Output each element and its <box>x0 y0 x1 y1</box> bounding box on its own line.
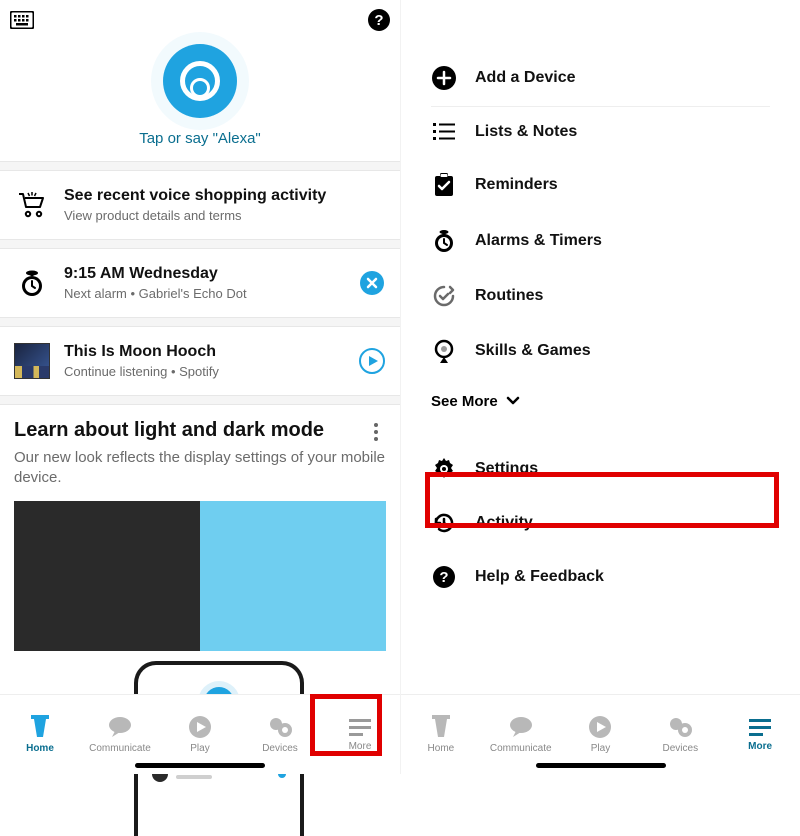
help-icon[interactable]: ? <box>368 9 390 31</box>
list-icon <box>431 123 457 141</box>
home-indicator <box>135 763 265 768</box>
next-alarm-card[interactable]: 9:15 AM Wednesday Next alarm • Gabriel's… <box>0 249 400 317</box>
skills-icon <box>431 339 457 363</box>
play-button[interactable] <box>358 348 386 374</box>
help-circle-icon: ? <box>431 566 457 588</box>
tab-label: Play <box>591 743 610 754</box>
menu-lists-notes[interactable]: Lists & Notes <box>401 107 800 157</box>
menu-label: Add a Device <box>475 69 575 87</box>
tab-more[interactable]: More <box>320 695 400 774</box>
learn-card[interactable]: Learn about light and dark mode Our new … <box>0 405 400 651</box>
history-icon <box>431 512 457 534</box>
dismiss-alarm-button[interactable] <box>358 271 386 295</box>
alarm-clock-icon <box>431 229 457 253</box>
row-title: 9:15 AM Wednesday <box>64 265 344 283</box>
row-title: See recent voice shopping activity <box>64 187 386 205</box>
clipboard-check-icon <box>431 173 457 197</box>
tab-home[interactable]: Home <box>0 695 80 774</box>
alarm-icon <box>14 269 50 297</box>
tab-label: Devices <box>663 743 699 754</box>
menu-reminders[interactable]: Reminders <box>401 157 800 213</box>
chevron-down-icon <box>506 393 520 410</box>
menu-label: Reminders <box>475 176 558 194</box>
menu-label: Routines <box>475 287 543 305</box>
cart-icon <box>14 192 50 218</box>
menu-label: Activity <box>475 514 533 532</box>
tab-label: Communicate <box>490 743 552 754</box>
menu-label: Settings <box>475 460 538 478</box>
row-subtitle: Continue listening • Spotify <box>64 364 344 379</box>
now-playing-card[interactable]: This Is Moon Hooch Continue listening • … <box>0 327 400 395</box>
menu-label: Help & Feedback <box>475 568 604 586</box>
home-screen: ? Tap or say "Alexa" See recent voice sh… <box>0 0 400 774</box>
learn-illustration <box>14 501 386 651</box>
row-title: This Is Moon Hooch <box>64 343 344 361</box>
tab-label: Home <box>26 743 54 754</box>
plus-circle-icon <box>431 66 457 90</box>
tab-label: More <box>748 741 772 752</box>
menu-label: Skills & Games <box>475 342 591 360</box>
routines-icon <box>431 285 457 307</box>
album-art-icon <box>14 343 50 379</box>
gear-icon <box>431 458 457 480</box>
row-subtitle: View product details and terms <box>64 208 386 223</box>
voice-shopping-card[interactable]: See recent voice shopping activity View … <box>0 171 400 239</box>
svg-text:?: ? <box>374 12 383 29</box>
tab-label: Home <box>428 743 455 754</box>
menu-label: Lists & Notes <box>475 123 577 141</box>
tab-home[interactable]: Home <box>401 695 481 774</box>
row-subtitle: Next alarm • Gabriel's Echo Dot <box>64 286 344 301</box>
svg-text:?: ? <box>439 569 448 586</box>
menu-label: Alarms & Timers <box>475 232 602 250</box>
menu-add-device[interactable]: Add a Device <box>401 50 800 106</box>
menu-settings[interactable]: Settings <box>401 442 800 496</box>
more-menu-screen: Add a Device Lists & Notes Reminders Ala… <box>400 0 800 774</box>
tab-label: More <box>349 741 372 752</box>
alexa-logo-icon[interactable] <box>163 44 237 118</box>
bottom-tabs: Home Communicate Play Devices More <box>0 694 400 774</box>
overflow-menu-icon[interactable] <box>366 419 386 441</box>
tab-more[interactable]: More <box>720 695 800 774</box>
bottom-tabs: Home Communicate Play Devices More <box>401 694 800 774</box>
see-more-toggle[interactable]: See More <box>401 379 800 424</box>
learn-title: Learn about light and dark mode <box>14 419 366 442</box>
tab-label: Devices <box>262 743 298 754</box>
learn-subtitle: Our new look reflects the display settin… <box>14 448 386 489</box>
keyboard-icon[interactable] <box>10 11 34 29</box>
tab-label: Play <box>190 743 209 754</box>
menu-help-feedback[interactable]: ? Help & Feedback <box>401 550 800 604</box>
menu-routines[interactable]: Routines <box>401 269 800 323</box>
menu-activity[interactable]: Activity <box>401 496 800 550</box>
home-indicator <box>536 763 666 768</box>
menu-skills-games[interactable]: Skills & Games <box>401 323 800 379</box>
alexa-tap-hint[interactable]: Tap or say "Alexa" <box>0 130 400 147</box>
see-more-label: See More <box>431 393 498 410</box>
tab-label: Communicate <box>89 743 151 754</box>
menu-alarms-timers[interactable]: Alarms & Timers <box>401 213 800 269</box>
